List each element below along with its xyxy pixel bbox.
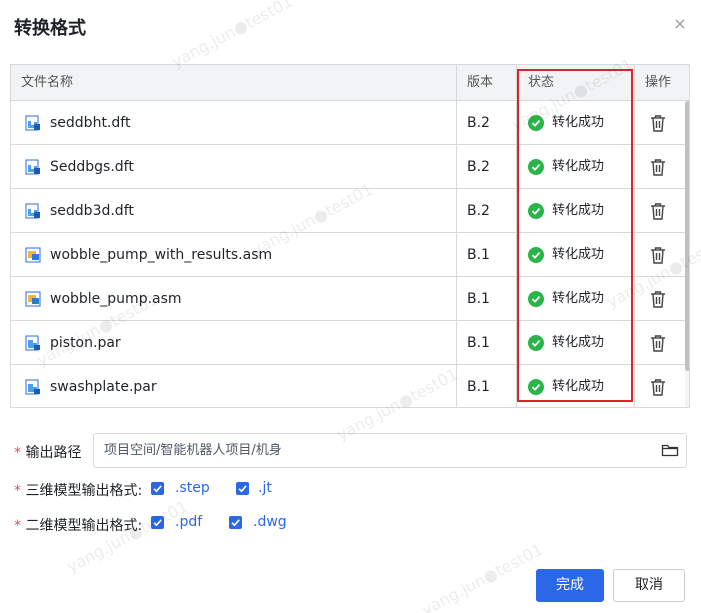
watermark: yang.jun●test01 bbox=[168, 0, 297, 72]
watermark: yang.jun●test01 bbox=[418, 539, 547, 613]
pdf-checkbox[interactable] bbox=[151, 516, 164, 529]
pdf-option-label[interactable]: .pdf bbox=[175, 514, 202, 530]
watermark: yang.jun●test01 bbox=[63, 496, 192, 577]
table-scrollbar[interactable] bbox=[685, 101, 689, 407]
file-version: B.2 bbox=[467, 203, 490, 219]
file-name: seddb3d.dft bbox=[50, 203, 134, 219]
folder-icon[interactable] bbox=[661, 442, 679, 458]
format3d-label: * 三维模型输出格式: bbox=[14, 480, 142, 500]
part-file-icon bbox=[25, 379, 41, 395]
header-version: 版本 bbox=[467, 75, 494, 90]
output-path-text: 输出路径 bbox=[25, 445, 82, 461]
output-path-field[interactable]: 项目空间/智能机器人项目/机身 bbox=[93, 433, 687, 468]
convert-format-dialog: 转换格式 × 文件名称 版本 状态 操作 seddbht.dft B.2 转化成功 S… bbox=[0, 0, 701, 613]
draft-file-icon bbox=[25, 159, 41, 175]
assembly-file-icon bbox=[25, 291, 41, 307]
output-path-value: 项目空间/智能机器人项目/机身 bbox=[104, 443, 282, 458]
file-name: Seddbgs.dft bbox=[50, 159, 134, 175]
dialog-title: 转换格式 bbox=[14, 18, 86, 39]
format2d-label: * 二维模型输出格式: bbox=[14, 515, 142, 535]
trash-icon[interactable] bbox=[648, 333, 668, 353]
format3d-text: 三维模型输出格式: bbox=[25, 483, 143, 499]
part-file-icon bbox=[25, 335, 41, 351]
file-version: B.1 bbox=[467, 379, 490, 395]
draft-file-icon bbox=[25, 115, 41, 131]
format2d-text: 二维模型输出格式: bbox=[25, 518, 143, 534]
output-path-label: * 输出路径 bbox=[14, 442, 81, 462]
header-file-name: 文件名称 bbox=[21, 75, 74, 90]
column-divider bbox=[634, 65, 635, 407]
file-version: B.1 bbox=[467, 291, 490, 307]
file-version: B.1 bbox=[467, 335, 490, 351]
step-option-label[interactable]: .step bbox=[175, 480, 210, 496]
column-divider bbox=[456, 65, 457, 407]
scrollbar-thumb[interactable] bbox=[685, 101, 689, 371]
assembly-file-icon bbox=[25, 247, 41, 263]
jt-checkbox[interactable] bbox=[236, 482, 249, 495]
dwg-option-label[interactable]: .dwg bbox=[253, 514, 287, 530]
cancel-button[interactable]: 取消 bbox=[613, 569, 685, 602]
required-mark: * bbox=[14, 483, 21, 499]
header-operation: 操作 bbox=[645, 75, 672, 90]
close-icon[interactable]: × bbox=[672, 14, 688, 34]
trash-icon[interactable] bbox=[648, 377, 668, 397]
dwg-checkbox[interactable] bbox=[229, 516, 242, 529]
jt-option-label[interactable]: .jt bbox=[258, 480, 272, 496]
required-mark: * bbox=[14, 518, 21, 534]
required-mark: * bbox=[14, 445, 21, 461]
step-checkbox[interactable] bbox=[151, 482, 164, 495]
file-name: piston.par bbox=[50, 335, 121, 351]
file-version: B.2 bbox=[467, 159, 490, 175]
file-name: wobble_pump_with_results.asm bbox=[50, 247, 273, 263]
file-version: B.2 bbox=[467, 115, 490, 131]
trash-icon[interactable] bbox=[648, 289, 668, 309]
trash-icon[interactable] bbox=[648, 245, 668, 265]
file-name: seddbht.dft bbox=[50, 115, 131, 131]
status-column-highlight bbox=[517, 69, 633, 402]
finish-button[interactable]: 完成 bbox=[536, 569, 604, 602]
trash-icon[interactable] bbox=[648, 113, 668, 133]
trash-icon[interactable] bbox=[648, 201, 668, 221]
trash-icon[interactable] bbox=[648, 157, 668, 177]
file-name: swashplate.par bbox=[50, 379, 157, 395]
file-name: wobble_pump.asm bbox=[50, 291, 182, 307]
draft-file-icon bbox=[25, 203, 41, 219]
file-version: B.1 bbox=[467, 247, 490, 263]
